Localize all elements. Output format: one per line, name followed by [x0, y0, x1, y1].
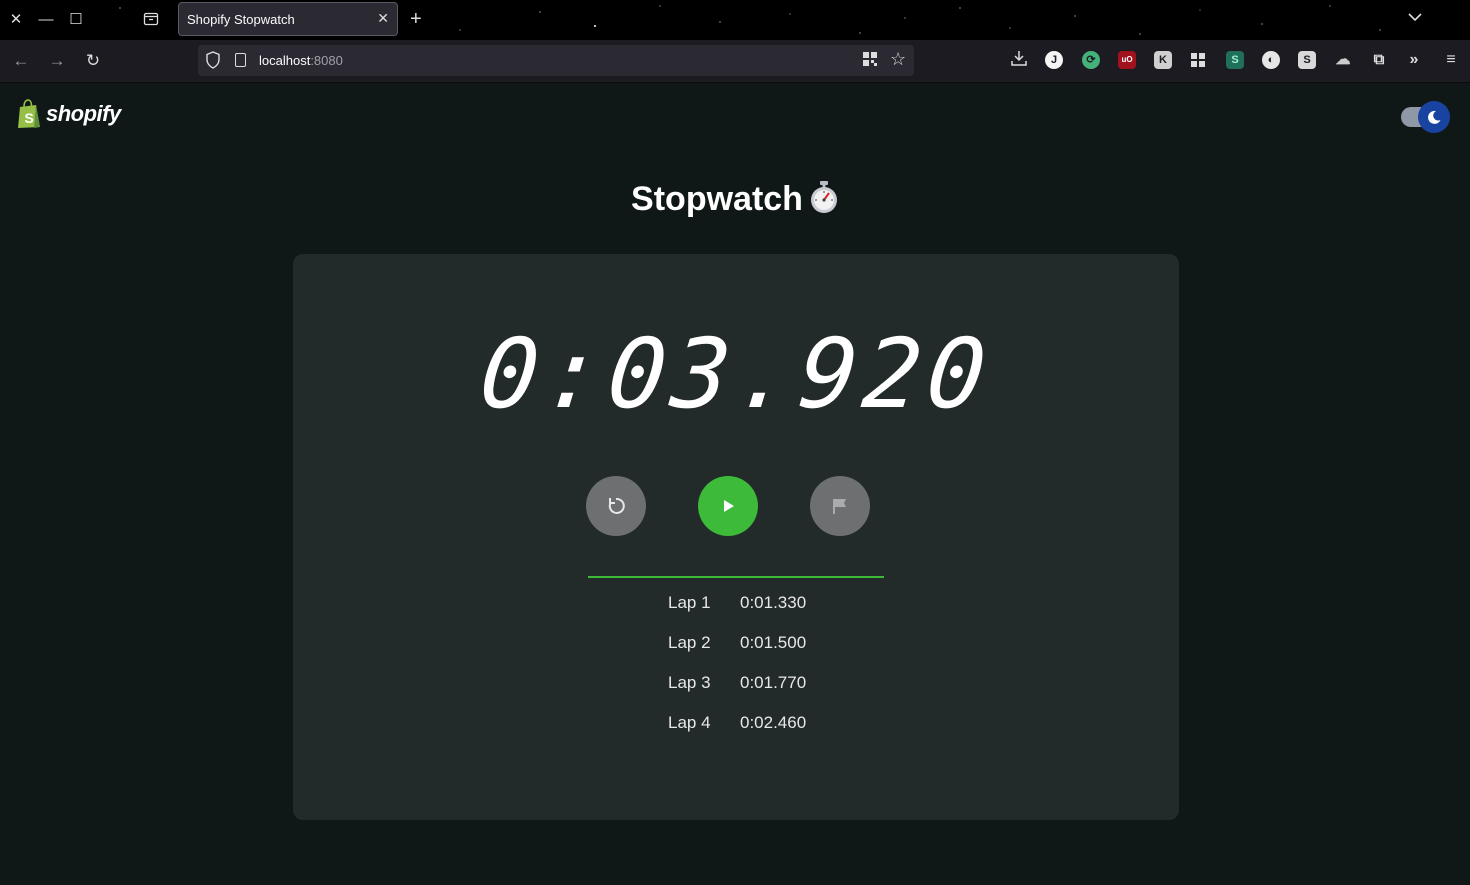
tab-title: Shopify Stopwatch	[187, 12, 295, 27]
overflow-chevrons-icon[interactable]: »	[1405, 51, 1423, 69]
window-maximize-icon[interactable]: ☐	[66, 10, 86, 30]
reset-icon	[608, 497, 625, 514]
lap-label: Lap 3	[668, 673, 711, 692]
reset-button[interactable]	[586, 476, 646, 536]
tab-groups-icon[interactable]	[141, 10, 161, 30]
forward-icon[interactable]: →	[46, 50, 68, 72]
back-icon[interactable]: ←	[10, 50, 32, 72]
reload-icon[interactable]: ↻	[82, 50, 104, 72]
stopwatch-icon	[809, 180, 839, 223]
shopify-logo[interactable]: S shopify	[16, 99, 121, 129]
extension-j-icon[interactable]: J	[1045, 51, 1063, 69]
address-bar[interactable]: localhost:8080 ☆	[198, 45, 914, 76]
lap-time: 0:01.770	[740, 673, 807, 692]
lap-label: Lap 4	[668, 713, 711, 732]
tracking-shield-icon[interactable]	[206, 51, 220, 69]
extension-s-green-icon[interactable]: S	[1226, 51, 1244, 69]
extension-k-icon[interactable]: K	[1154, 51, 1172, 69]
extension-cloud-icon[interactable]: ☁	[1334, 51, 1352, 69]
window-minimize-icon[interactable]: —	[36, 10, 56, 30]
downloads-icon[interactable]	[1008, 50, 1030, 72]
laps-divider	[588, 576, 884, 578]
shopify-bag-icon: S	[18, 99, 40, 128]
moon-icon	[1428, 110, 1441, 124]
page-info-icon[interactable]	[235, 53, 246, 67]
lap-button[interactable]	[810, 476, 870, 536]
list-all-tabs-icon[interactable]	[1408, 9, 1422, 25]
qr-code-icon[interactable]	[862, 51, 878, 72]
theme-toggle[interactable]	[1401, 101, 1450, 133]
extension-grid-icon[interactable]	[1189, 51, 1207, 69]
browser-tab-active[interactable]: Shopify Stopwatch ✕	[178, 2, 398, 36]
browser-nav-bar: ← → ↻ localhost:8080 ☆	[0, 40, 1470, 83]
browser-tab-bar: ✕ — ☐ Shopify Stopwatch ✕ +	[0, 0, 1470, 40]
time-display: 0:03.920	[474, 318, 998, 430]
flag-icon	[833, 499, 846, 514]
extensions-puzzle-icon[interactable]: ⧉	[1370, 51, 1388, 69]
url-text[interactable]: localhost:8080	[259, 53, 343, 68]
svg-text:S: S	[25, 110, 34, 126]
lap-label: Lap 2	[668, 633, 711, 652]
bookmark-star-icon[interactable]: ☆	[890, 49, 906, 70]
play-button[interactable]	[698, 476, 758, 536]
lap-time: 0:02.460	[740, 713, 807, 732]
toggle-knob	[1418, 101, 1450, 133]
lap-row: Lap 1 0:01.330	[668, 593, 806, 633]
logo-text: shopify	[46, 101, 121, 126]
page-title: Stopwatch	[0, 180, 1470, 223]
stopwatch-card: 0:03.920 Lap 1 0:01.330 Lap 2 0:01.500 L…	[293, 254, 1179, 820]
lap-list: Lap 1 0:01.330 Lap 2 0:01.500 Lap 3 0:01…	[668, 593, 806, 753]
lap-row: Lap 2 0:01.500	[668, 633, 806, 673]
extension-sync-icon[interactable]: ⟳	[1082, 51, 1100, 69]
lap-time: 0:01.500	[740, 633, 807, 652]
window-close-icon[interactable]: ✕	[6, 10, 26, 30]
tab-close-icon[interactable]: ✕	[377, 10, 389, 27]
play-icon	[724, 500, 734, 512]
lap-row: Lap 3 0:01.770	[668, 673, 806, 713]
extension-circle-icon[interactable]: ◐	[1262, 51, 1280, 69]
app-menu-icon[interactable]: ≡	[1442, 51, 1460, 69]
ublock-origin-icon[interactable]: uO	[1118, 51, 1136, 69]
new-tab-icon[interactable]: +	[410, 8, 422, 30]
lap-label: Lap 1	[668, 593, 711, 612]
lap-time: 0:01.330	[740, 593, 807, 612]
lap-row: Lap 4 0:02.460	[668, 713, 806, 753]
extension-s-gray-icon[interactable]: S	[1298, 51, 1316, 69]
